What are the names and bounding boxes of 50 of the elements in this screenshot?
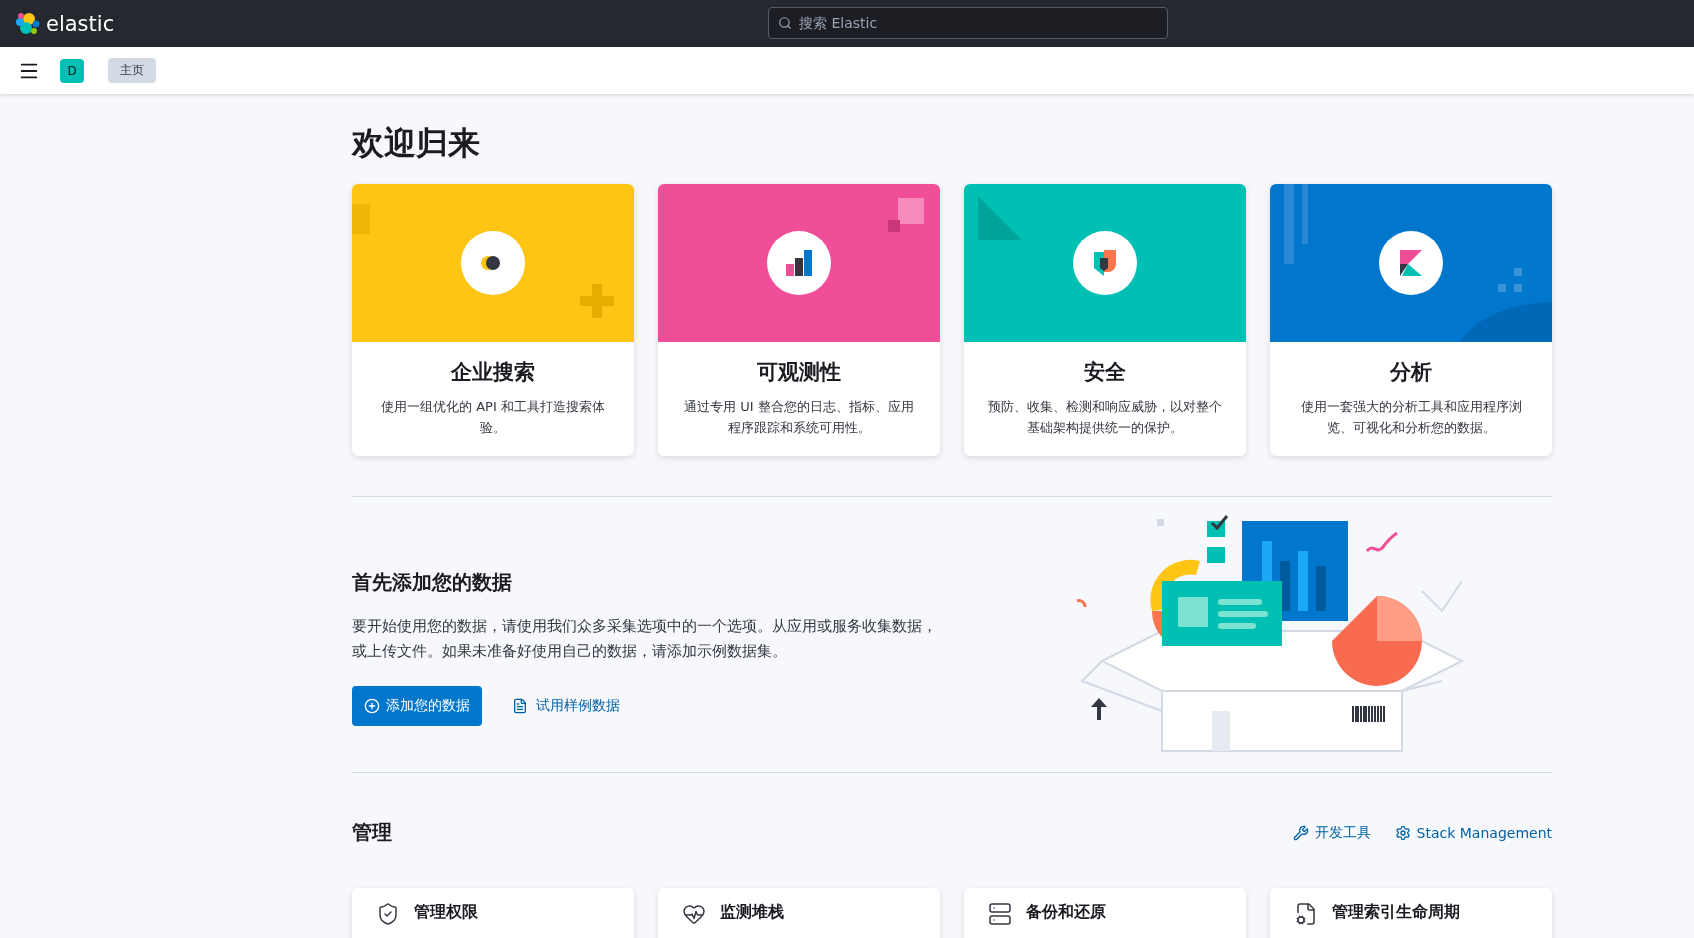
card-title: 分析 bbox=[1388, 359, 1433, 386]
shield-icon bbox=[1092, 248, 1118, 278]
logo-icon bbox=[16, 11, 40, 36]
plus-icon bbox=[364, 698, 380, 714]
logo-text[interactable]: elastic bbox=[46, 11, 115, 36]
squares-drawing bbox=[888, 198, 924, 232]
section-text: 要开始使用您的数据，请使用我们众多采集选项中的一个选项。从应用或服务收集数据，或上传文件。如果未准备好使用自己的数据，请添加示例数据集。 bbox=[352, 616, 938, 662]
card-description: 使用一组优化的 API 和工具打造搜索体验。 bbox=[380, 398, 606, 437]
card-title: 可观测性 bbox=[756, 359, 842, 386]
search-field[interactable]: 搜索 Elastic bbox=[768, 7, 1168, 39]
breadcrumb[interactable]: 主页 bbox=[108, 58, 156, 83]
add-data-button[interactable]: 添加您的数据 bbox=[352, 686, 482, 726]
card-title: 管理权限 bbox=[414, 902, 478, 923]
solution-card[interactable]: 可观测性 通过专用 UI 整合您的日志、指标、应用程序跟踪和系统可用性。 bbox=[658, 184, 940, 456]
card-description: 使用一套强大的分析工具和应用程序浏览、可视化和分析您的数据。 bbox=[1299, 398, 1523, 437]
solution-card[interactable]: 安全 预防、收集、检测和响应威胁，以对整个基础架构提供统一的保护。 bbox=[964, 184, 1246, 456]
server-icon bbox=[988, 902, 1012, 926]
card-title: 管理索引生命周期 bbox=[1332, 902, 1460, 923]
document-gear-icon bbox=[1294, 902, 1318, 926]
plus-shape bbox=[580, 284, 614, 318]
wrench-icon bbox=[1292, 824, 1309, 841]
heart-pulse-icon bbox=[682, 902, 706, 926]
section-title: 首先添加您的数据 bbox=[352, 569, 513, 596]
shield-icon bbox=[376, 902, 400, 926]
bracket-shape bbox=[352, 204, 370, 234]
management-card[interactable]: 备份和还原 bbox=[964, 888, 1246, 938]
card-description: 预防、收集、检测和响应威胁，以对整个基础架构提供统一的保护。 bbox=[987, 398, 1223, 437]
management-card[interactable]: 管理权限 bbox=[352, 888, 634, 938]
search-icon bbox=[778, 16, 792, 30]
solution-card[interactable]: 分析 使用一套强大的分析工具和应用程序浏览、可视化和分析您的数据。 bbox=[1270, 184, 1552, 456]
section-title: 管理 bbox=[352, 819, 392, 846]
solution-card[interactable]: 企业搜索 使用一组优化的 API 和工具打造搜索体验。 bbox=[352, 184, 634, 456]
triangle-shape bbox=[978, 196, 1022, 240]
management-card[interactable]: 管理索引生命周期 bbox=[1270, 888, 1552, 938]
dots-drawing bbox=[1498, 268, 1522, 292]
card-title: 安全 bbox=[1083, 359, 1127, 386]
sample-data-link[interactable]: 试用样例数据 bbox=[506, 696, 626, 716]
settings-icon bbox=[1394, 824, 1411, 841]
header-link[interactable]: 开发工具 bbox=[1292, 823, 1371, 842]
document-icon bbox=[512, 698, 528, 714]
card-title: 监测堆栈 bbox=[720, 902, 784, 923]
space-avatar[interactable]: D bbox=[60, 58, 84, 83]
header-link[interactable]: Stack Management bbox=[1394, 823, 1552, 842]
product-icon bbox=[1398, 248, 1424, 278]
card-description: 通过专用 UI 整合您的日志、指标、应用程序跟踪和系统可用性。 bbox=[683, 398, 915, 437]
page-title: 欢迎归来 bbox=[352, 123, 481, 164]
card-title: 备份和还原 bbox=[1026, 902, 1106, 923]
card-title: 企业搜索 bbox=[450, 359, 536, 386]
management-card[interactable]: 监测堆栈 bbox=[658, 888, 940, 938]
bar-chart-icon bbox=[784, 248, 814, 278]
